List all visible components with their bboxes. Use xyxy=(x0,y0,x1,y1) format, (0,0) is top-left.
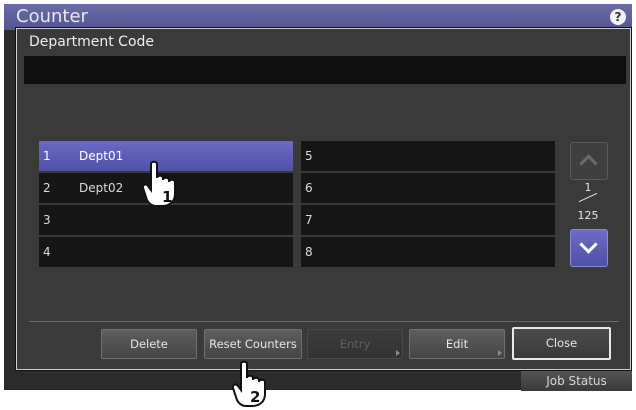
page-total: 125 xyxy=(577,209,599,222)
reset-counters-button[interactable]: Reset Counters xyxy=(204,329,302,359)
screen-header: Counter ? xyxy=(4,4,632,30)
item-number: 3 xyxy=(43,213,51,227)
close-button[interactable]: Close xyxy=(512,327,611,360)
submenu-arrow-icon xyxy=(396,350,400,356)
scroll-down-button[interactable] xyxy=(570,229,608,267)
page-separator xyxy=(578,192,598,203)
chevron-down-icon xyxy=(579,235,598,254)
entry-label: Entry xyxy=(339,337,371,351)
department-list: 1 Dept01 2 Dept02 3 4 5 6 7 8 xyxy=(39,141,559,268)
list-item[interactable]: 8 xyxy=(301,237,555,267)
item-number: 1 xyxy=(43,149,51,163)
list-item[interactable]: 4 xyxy=(39,237,293,267)
item-number: 7 xyxy=(305,213,313,227)
dialog-message-bar xyxy=(24,56,626,84)
item-number: 4 xyxy=(43,245,51,259)
edit-button[interactable]: Edit xyxy=(409,329,505,359)
department-code-dialog: Department Code 1 Dept01 2 Dept02 3 4 5 … xyxy=(16,28,631,370)
item-number: 8 xyxy=(305,245,313,259)
delete-button[interactable]: Delete xyxy=(101,329,197,359)
screen-title: Counter xyxy=(16,6,88,27)
help-icon[interactable]: ? xyxy=(610,9,626,25)
pointer-hand-icon: 2 xyxy=(232,360,266,407)
scroll-up-button[interactable] xyxy=(570,142,608,180)
dialog-title: Department Code xyxy=(29,34,155,50)
item-number: 6 xyxy=(305,181,313,195)
item-number: 2 xyxy=(43,181,51,195)
item-name: Dept02 xyxy=(79,181,124,195)
list-item[interactable]: 7 xyxy=(301,205,555,235)
list-item[interactable]: 6 xyxy=(301,173,555,203)
item-name: Dept01 xyxy=(79,149,124,163)
pointer-hand-icon: 1 xyxy=(142,160,176,207)
chevron-up-icon xyxy=(579,154,598,173)
edit-label: Edit xyxy=(445,337,469,351)
submenu-arrow-icon xyxy=(498,350,502,356)
page-current: 1 xyxy=(584,181,592,194)
step-number: 1 xyxy=(162,188,172,206)
item-number: 5 xyxy=(305,149,313,163)
list-item[interactable]: 3 xyxy=(39,205,293,235)
entry-button[interactable]: Entry xyxy=(307,329,403,359)
footer-divider xyxy=(29,321,619,322)
list-item[interactable]: 5 xyxy=(301,141,555,171)
step-number: 2 xyxy=(250,388,260,406)
